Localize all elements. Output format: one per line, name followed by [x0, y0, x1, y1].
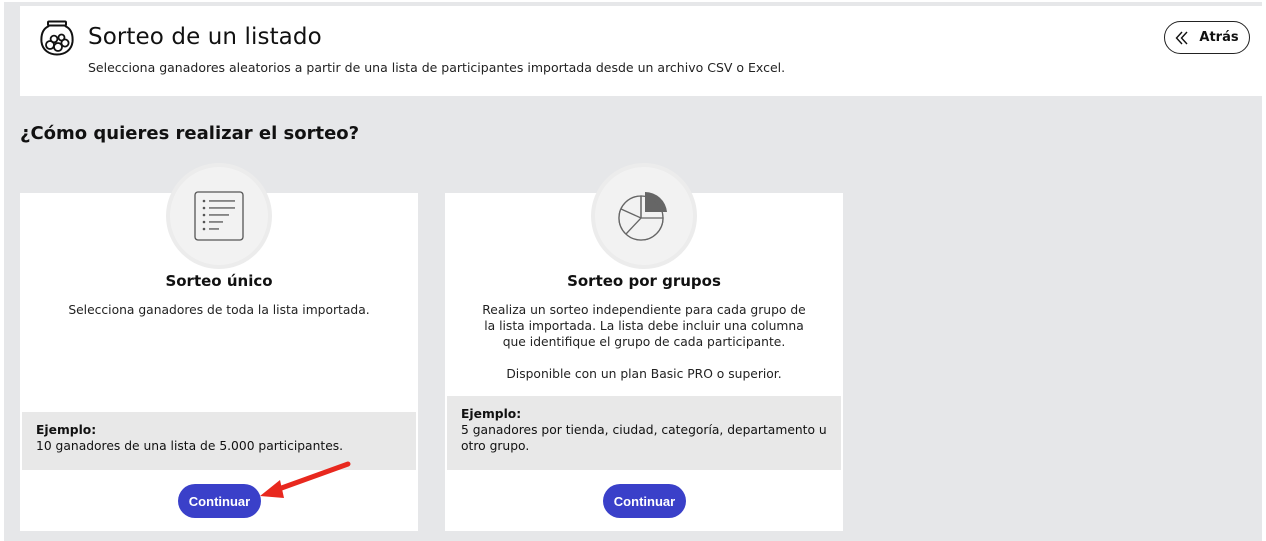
- card-description-text: Realiza un sorteo independiente para cad…: [482, 303, 806, 349]
- continue-button-sorteo-por-grupos[interactable]: Continuar: [603, 484, 686, 518]
- card-sorteo-por-grupos: Sorteo por grupos Realiza un sorteo inde…: [445, 163, 843, 531]
- example-label: Ejemplo:: [36, 423, 97, 437]
- pie-chart-icon: [618, 191, 667, 241]
- page-title: Sorteo de un listado: [88, 24, 322, 50]
- example-label: Ejemplo:: [461, 407, 522, 421]
- double-chevron-left-icon: [1175, 31, 1188, 44]
- example-text: 5 ganadores por tienda, ciudad, categorí…: [461, 423, 827, 453]
- card-example: Ejemplo: 10 ganadores de una lista de 5.…: [22, 412, 416, 470]
- card-icon-badge: [166, 163, 272, 269]
- card-title: Sorteo por grupos: [567, 272, 721, 290]
- card-description-text: Selecciona ganadores de toda la lista im…: [68, 303, 370, 317]
- continue-button-sorteo-unico[interactable]: Continuar: [178, 484, 261, 518]
- card-example: Ejemplo: 5 ganadores por tienda, ciudad,…: [447, 396, 841, 470]
- example-text: 10 ganadores de una lista de 5.000 parti…: [36, 439, 344, 453]
- fishbowl-icon: [40, 20, 74, 56]
- card-sorteo-unico: Sorteo único Selecciona ganadores de tod…: [20, 163, 418, 531]
- annotation-arrow-icon: [260, 461, 351, 498]
- back-button[interactable]: Atrás: [1164, 21, 1250, 54]
- page-header: Sorteo de un listado Selecciona ganadore…: [20, 6, 1266, 96]
- card-availability: Disponible con un plan Basic PRO o super…: [506, 367, 782, 381]
- list-icon: [194, 191, 244, 241]
- card-title: Sorteo único: [165, 272, 273, 290]
- section-question: ¿Cómo quieres realizar el sorteo?: [20, 123, 360, 144]
- card-description: Selecciona ganadores de toda la lista im…: [50, 302, 388, 318]
- card-icon-badge: [591, 163, 697, 269]
- app-background: Sorteo de un listado Selecciona ganadore…: [0, 0, 1266, 541]
- back-button-label: Atrás: [1199, 30, 1239, 45]
- page-subtitle: Selecciona ganadores aleatorios a partir…: [88, 60, 786, 75]
- card-description: Realiza un sorteo independiente para cad…: [475, 302, 813, 382]
